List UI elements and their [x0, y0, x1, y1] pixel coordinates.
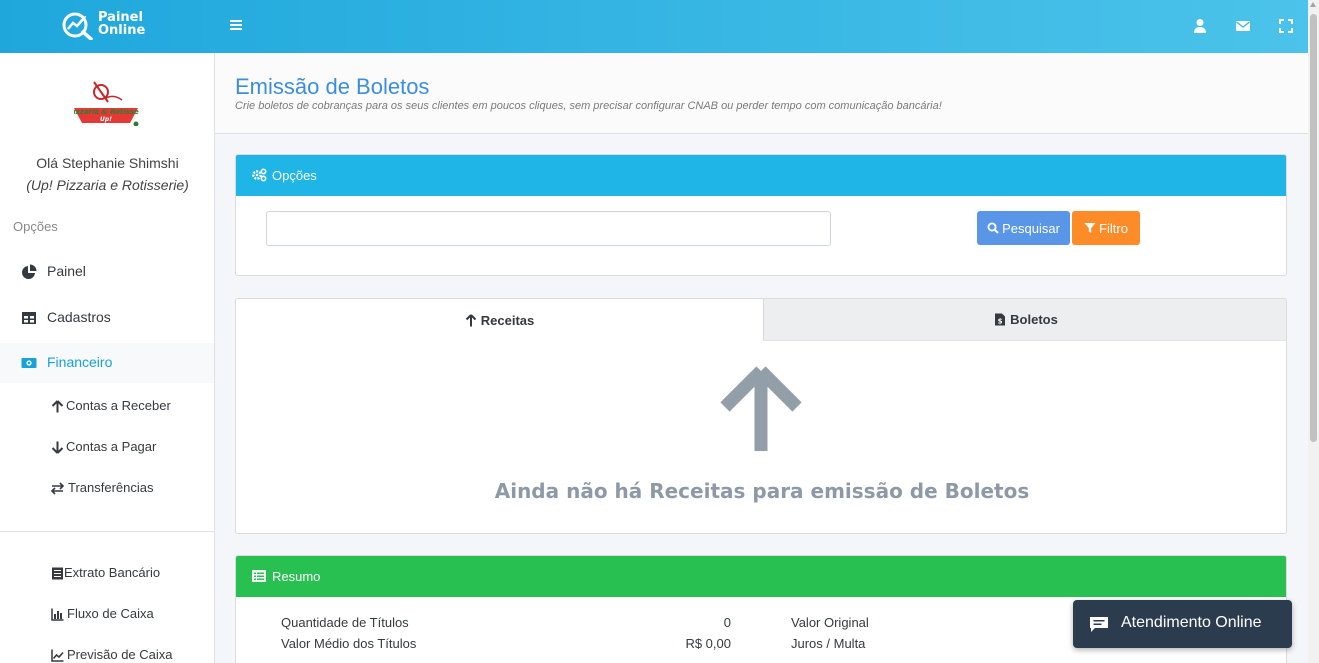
sidebar-item-cadastros[interactable]: Cadastros — [0, 298, 214, 338]
money-icon — [21, 358, 37, 368]
sidebar-item-label: Painel — [47, 263, 86, 279]
line-chart-icon — [51, 649, 64, 662]
sidebar-subitem-label: Extrato Bancário — [64, 565, 161, 580]
logo-chart-icon — [62, 12, 93, 40]
summary-label: Valor Original — [791, 615, 869, 630]
sidebar-item-label: Cadastros — [47, 309, 111, 325]
sidebar: izzaria & Rotisse Up! Olá Stephanie Shim… — [0, 53, 215, 663]
arrow-up-icon — [51, 400, 64, 413]
menu-toggle-icon[interactable] — [229, 18, 243, 32]
sidebar-subitem-contas-receber[interactable]: Contas a Receber — [0, 392, 214, 422]
sidebar-subitem-label: Fluxo de Caixa — [67, 606, 154, 621]
scroll-thumb[interactable] — [1310, 14, 1317, 442]
sidebar-divider — [0, 531, 214, 532]
arrow-up-icon — [465, 313, 476, 326]
summary-card-header: Resumo — [236, 556, 1286, 597]
list-icon — [52, 567, 63, 580]
filter-icon — [1084, 223, 1096, 233]
user-icon[interactable] — [1192, 18, 1208, 34]
exchange-icon — [51, 482, 64, 495]
list-alt-icon — [252, 570, 266, 582]
svg-text:$: $ — [998, 318, 1003, 326]
mail-icon[interactable] — [1235, 18, 1251, 34]
search-input[interactable] — [266, 211, 831, 246]
chat-bubble-icon — [1090, 617, 1108, 632]
large-arrow-up-icon — [720, 366, 802, 451]
sidebar-subitem-extrato-bancario[interactable]: Extrato Bancário — [0, 559, 214, 589]
summary-label: Quantidade de Títulos — [281, 615, 409, 630]
tab-boletos[interactable]: $ Boletos — [763, 299, 1286, 341]
logo-line-2: Online — [98, 23, 146, 38]
sidebar-subitem-previsao-caixa[interactable]: Previsão de Caixa — [0, 641, 214, 663]
sidebar-section-label: Opções — [13, 219, 58, 234]
page-title: Emissão de Boletos — [235, 74, 430, 99]
table-icon — [22, 312, 36, 324]
fullscreen-icon[interactable] — [1278, 18, 1294, 34]
cogs-icon — [252, 168, 267, 182]
page-scrollbar[interactable] — [1308, 0, 1319, 663]
user-company: (Up! Pizzaria e Rotisserie) — [26, 177, 189, 193]
filter-button-label: Filtro — [1099, 220, 1128, 236]
summary-value: R$ 0,00 — [685, 636, 731, 651]
pie-chart-icon — [22, 264, 37, 279]
sidebar-item-financeiro[interactable]: Financeiro — [0, 343, 214, 383]
sidebar-item-label: Financeiro — [47, 354, 113, 370]
svg-text:Up!: Up! — [100, 116, 112, 123]
app-logo[interactable]: Painel Online — [62, 10, 154, 42]
sidebar-subitem-fluxo-caixa[interactable]: Fluxo de Caixa — [0, 600, 214, 630]
tab-receitas[interactable]: Receitas — [236, 299, 763, 341]
options-card-header: Opções — [236, 155, 1286, 196]
search-button-label: Pesquisar — [1002, 220, 1060, 236]
logo-text: Painel Online — [98, 11, 145, 37]
content-header: Emissão de Boletos Crie boletos de cobra… — [215, 53, 1308, 134]
sidebar-item-painel[interactable]: Painel — [0, 252, 214, 292]
sidebar-subitem-label: Contas a Pagar — [66, 439, 157, 454]
search-button[interactable]: Pesquisar — [977, 211, 1070, 245]
arrow-down-icon — [51, 441, 64, 454]
online-support-button[interactable]: Atendimento Online — [1073, 600, 1292, 648]
empty-state-message: Ainda não há Receitas para emissão de Bo… — [494, 479, 1030, 503]
summary-card-title: Resumo — [272, 569, 321, 584]
search-icon — [987, 222, 999, 234]
tab-boletos-label: Boletos — [1010, 312, 1058, 327]
sidebar-subitem-label: Transferências — [68, 480, 154, 495]
scroll-up-arrow-icon[interactable] — [1310, 2, 1316, 7]
invoice-icon: $ — [995, 313, 1006, 326]
page-subtitle: Crie boletos de cobranças para os seus c… — [235, 100, 942, 112]
tab-receitas-label: Receitas — [480, 312, 535, 328]
sidebar-subitem-transferencias[interactable]: Transferências — [0, 474, 214, 504]
filter-button[interactable]: Filtro — [1072, 211, 1140, 245]
sidebar-subitem-label: Contas a Receber — [66, 398, 171, 413]
options-card: Opções Pesquisar Filtro — [235, 154, 1287, 276]
options-card-title: Opções — [272, 168, 317, 183]
svg-text:izzaria & Rotisse: izzaria & Rotisse — [74, 108, 139, 116]
top-navbar: Painel Online — [0, 0, 1308, 53]
company-logo: izzaria & Rotisse Up! — [74, 81, 139, 126]
summary-value: 0 — [723, 615, 731, 630]
summary-label: Valor Médio dos Títulos — [281, 636, 417, 651]
tabs-card: Receitas $ Boletos Ainda não há Receitas… — [235, 298, 1287, 534]
user-greeting: Olá Stephanie Shimshi — [36, 155, 179, 171]
sidebar-subitem-contas-pagar[interactable]: Contas a Pagar — [0, 433, 214, 463]
online-support-label: Atendimento Online — [1121, 614, 1262, 631]
sidebar-subitem-label: Previsão de Caixa — [67, 647, 173, 662]
bar-chart-icon — [51, 608, 64, 621]
tab-bar: Receitas $ Boletos — [236, 299, 1286, 341]
summary-label: Juros / Multa — [791, 636, 866, 651]
